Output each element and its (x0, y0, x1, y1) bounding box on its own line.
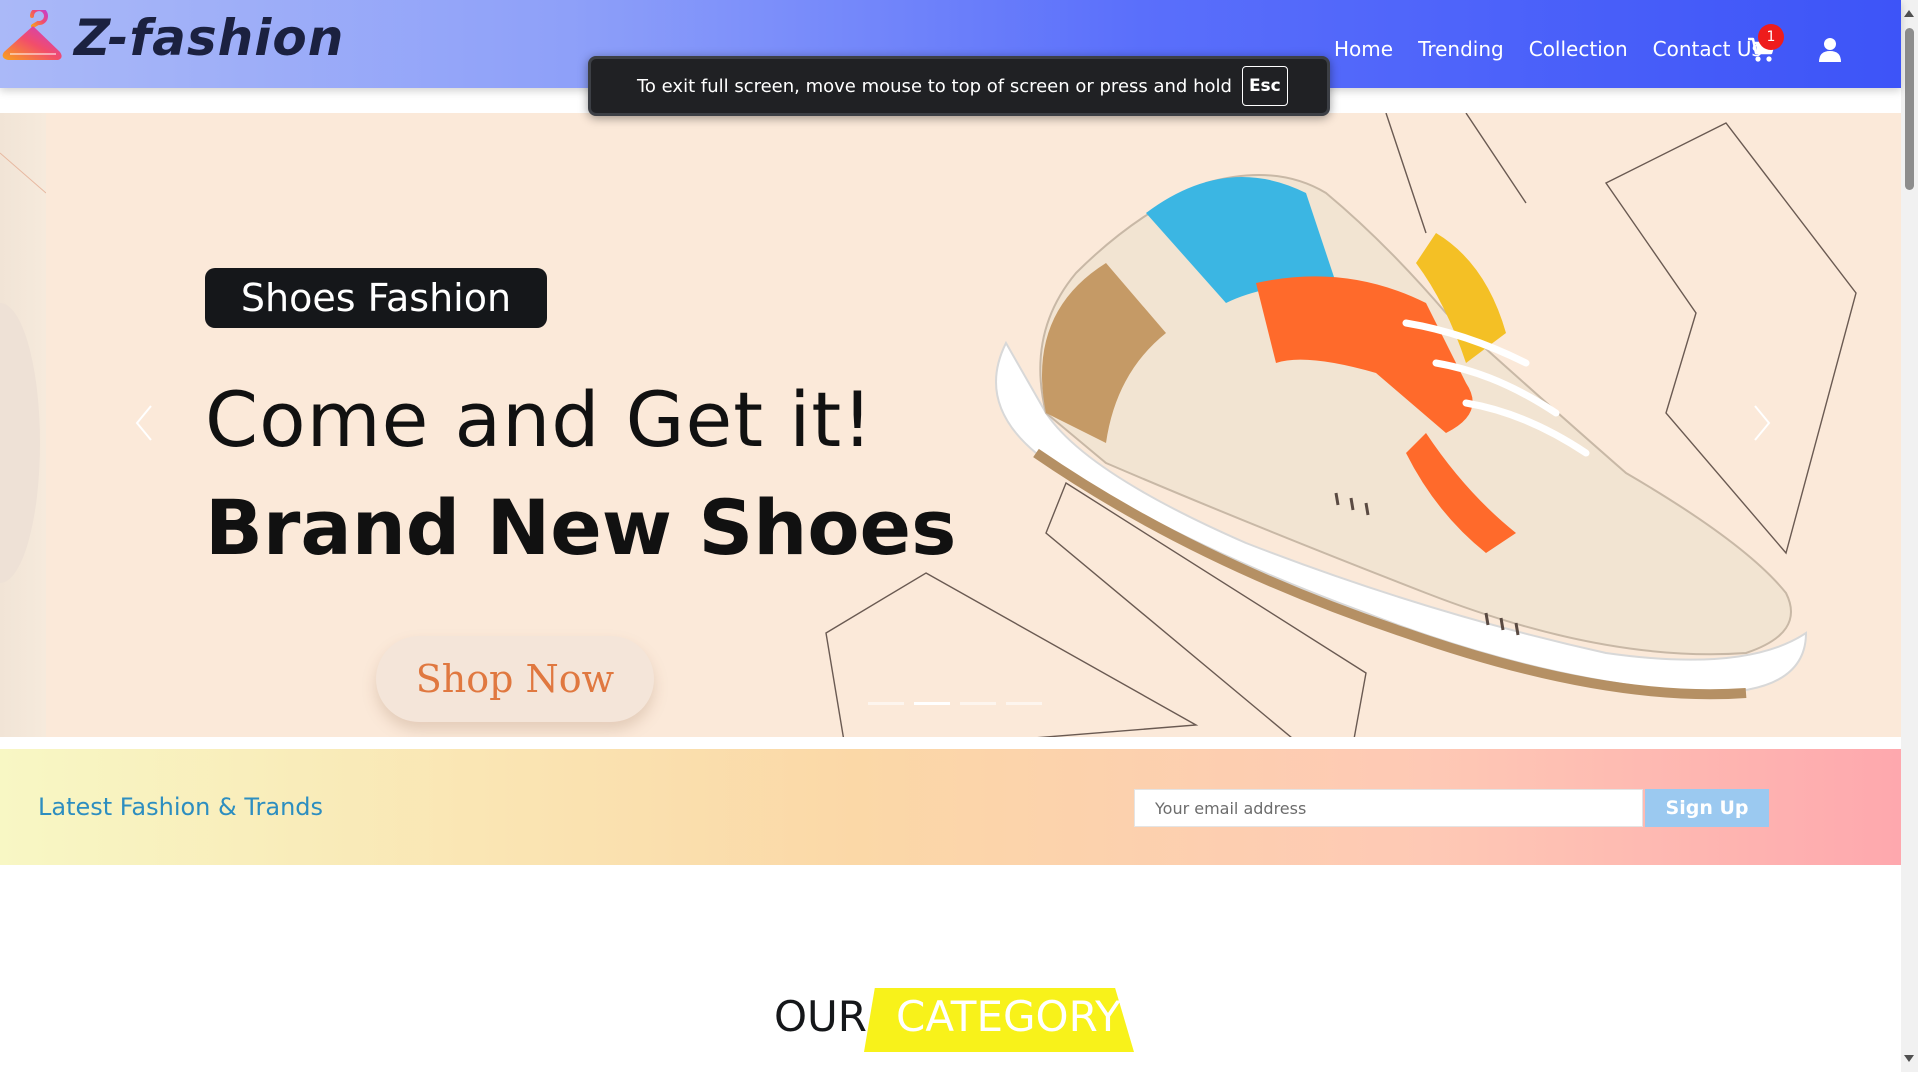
scroll-up-arrow-icon[interactable] (1904, 10, 1914, 17)
fullscreen-exit-toast: To exit full screen, move mouse to top o… (588, 56, 1330, 116)
shop-now-button[interactable]: Shop Now (376, 636, 654, 722)
nav-home[interactable]: Home (1334, 37, 1393, 61)
hero-subheadline: Brand New Shoes (205, 483, 957, 572)
carousel-next-arrow-icon[interactable] (1752, 403, 1772, 443)
carousel-indicators (868, 702, 1042, 705)
esc-key-hint: Esc (1241, 66, 1288, 106)
brand-name: Z-fashion (74, 9, 345, 67)
cart-count-badge: 1 (1758, 24, 1784, 50)
carousel-indicator-3[interactable] (960, 702, 996, 705)
page-scrollbar[interactable] (1901, 0, 1918, 1072)
newsletter-section: Latest Fashion & Trands Sign Up (0, 749, 1901, 865)
hanger-icon (2, 10, 62, 60)
newsletter-title: Latest Fashion & Trands (38, 793, 324, 821)
carousel-indicator-4[interactable] (1006, 702, 1042, 705)
carousel-prev-arrow-icon[interactable] (134, 403, 154, 443)
nav-trending[interactable]: Trending (1418, 37, 1504, 61)
category-heading-word: CATEGORY (896, 992, 1121, 1041)
fullscreen-message: To exit full screen, move mouse to top o… (637, 75, 1232, 97)
scroll-down-arrow-icon[interactable] (1904, 1055, 1914, 1062)
nav-contact-us[interactable]: Contact Us (1653, 37, 1762, 61)
brand[interactable]: Z-fashion (0, 8, 344, 68)
user-icon[interactable] (1818, 37, 1842, 63)
hero-carousel: Shoes Fashion Come and Get it! Brand New… (0, 113, 1901, 737)
category-heading-prefix: OUR (774, 992, 867, 1041)
nav-collection[interactable]: Collection (1529, 37, 1628, 61)
previous-slide-peek (0, 113, 47, 737)
carousel-indicator-1[interactable] (868, 702, 904, 705)
previous-slide-art (0, 152, 47, 583)
nav-links: Home Trending Collection Contact Us (1334, 37, 1787, 61)
scrollbar-thumb[interactable] (1905, 28, 1914, 190)
carousel-indicator-2[interactable] (914, 702, 950, 705)
sign-up-button[interactable]: Sign Up (1645, 789, 1769, 827)
hero-slide-active: Shoes Fashion Come and Get it! Brand New… (46, 113, 1901, 737)
hero-headline: Come and Get it! (205, 375, 874, 464)
email-input[interactable] (1134, 789, 1643, 827)
category-tag: Shoes Fashion (205, 268, 547, 328)
